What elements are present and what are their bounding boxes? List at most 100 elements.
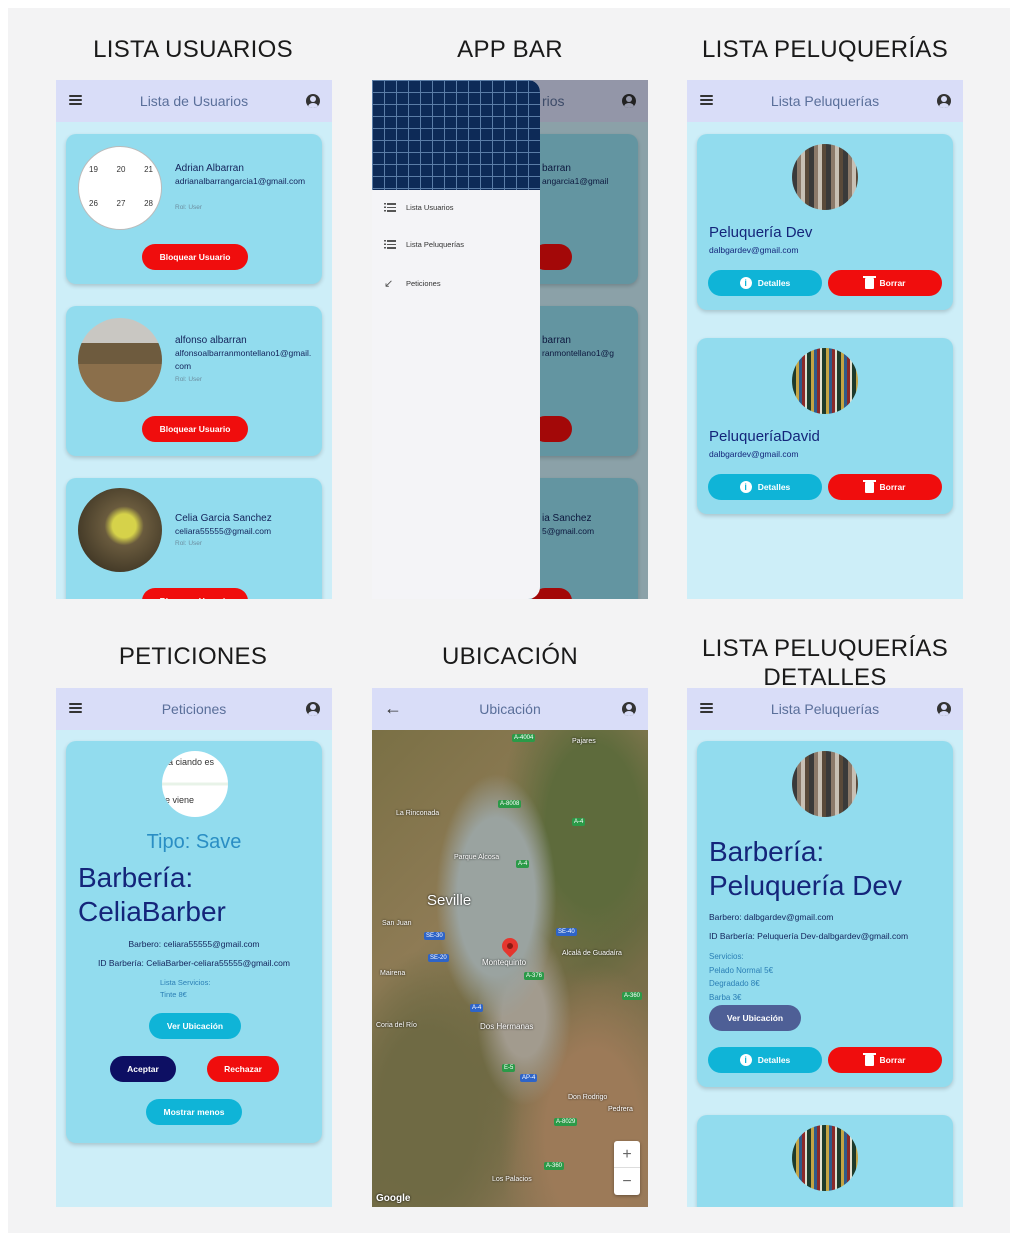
mockup-board: LISTA USUARIOS APP BAR LISTA PELUQUERÍAS… bbox=[8, 8, 1010, 1233]
ver-ubicacion-button[interactable]: Ver Ubicación bbox=[149, 1013, 241, 1039]
request-card: a ciando es e viene Tipo: Save Barbería:… bbox=[66, 741, 322, 1143]
calendar-day: 20 bbox=[116, 165, 126, 174]
road-shield: SE-40 bbox=[556, 928, 577, 936]
list-icon bbox=[384, 203, 396, 212]
section-title-app-bar: APP BAR bbox=[457, 36, 563, 63]
block-user-button[interactable]: Bloquear Usuario bbox=[142, 244, 248, 270]
delete-button[interactable]: Borrar bbox=[828, 270, 942, 296]
map-label: Los Palacios bbox=[492, 1176, 532, 1183]
details-button[interactable]: i Detalles bbox=[708, 1047, 822, 1073]
app-bar-title: Ubicación bbox=[479, 701, 541, 717]
account-icon[interactable] bbox=[622, 702, 636, 716]
location-pin-icon[interactable] bbox=[498, 934, 522, 958]
block-user-button[interactable]: Bloquear Usuario bbox=[142, 588, 248, 599]
menu-icon[interactable] bbox=[69, 703, 82, 713]
drawer-item-label: Lista Usuarios bbox=[406, 203, 454, 212]
map-label: Montequinto bbox=[482, 958, 527, 967]
road-shield: A-4 bbox=[516, 860, 530, 868]
road-shield: A-4004 bbox=[512, 734, 536, 742]
service-item: Tinte 8€ bbox=[160, 990, 187, 999]
barberia-line: Barbería: bbox=[709, 836, 825, 867]
services-label: Lista Servicios: bbox=[160, 978, 211, 987]
shop-card bbox=[697, 1115, 953, 1207]
shop-name: Peluquería Dev bbox=[709, 224, 813, 241]
drawer-item-lista-peluquerias[interactable]: Lista Peluquerías bbox=[384, 240, 464, 249]
menu-icon[interactable] bbox=[700, 95, 713, 105]
drawer-item-label: Lista Peluquerías bbox=[406, 240, 464, 249]
barberia-line: CeliaBarber bbox=[78, 896, 226, 927]
avatar-text: a ciando es bbox=[168, 757, 215, 767]
account-icon[interactable] bbox=[937, 94, 951, 108]
request-type: Tipo: Save bbox=[146, 831, 242, 853]
ver-ubicacion-button[interactable]: Ver Ubicación bbox=[709, 1005, 801, 1031]
barbero-email: Barbero: dalbgardev@gmail.com bbox=[709, 912, 834, 922]
zoom-in-button[interactable]: + bbox=[614, 1141, 640, 1168]
delete-button[interactable]: Borrar bbox=[828, 1047, 942, 1073]
road-shield: SE-30 bbox=[424, 932, 445, 940]
drawer-item-peticiones[interactable]: ↙ Peticiones bbox=[384, 277, 441, 290]
drawer-header-image bbox=[372, 80, 540, 190]
map-label: Coria del Río bbox=[376, 1022, 417, 1029]
screen-app-bar: rios barran angarcia1@gmail barran ranmo… bbox=[372, 80, 648, 599]
barberia-name: Barbería: Peluquería Dev bbox=[709, 835, 902, 903]
shop-avatar bbox=[792, 751, 858, 817]
arrow-down-left-icon: ↙ bbox=[384, 278, 394, 290]
calendar-day: 27 bbox=[116, 199, 126, 208]
map-label: Dos Hermanas bbox=[480, 1022, 534, 1031]
road-shield: A-4 bbox=[470, 1004, 484, 1012]
user-role: Rol: User bbox=[175, 540, 203, 547]
app-bar-title: Lista Peluquerías bbox=[770, 93, 880, 109]
user-role: Rol: User bbox=[175, 376, 203, 383]
menu-icon[interactable] bbox=[700, 703, 713, 713]
shop-card: PeluqueríaDavid dalbgardev@gmail.com i D… bbox=[697, 338, 953, 514]
road-shield: A-4 bbox=[572, 818, 586, 826]
screen-lista-peluquerias: Lista Peluquerías Peluquería Dev dalbgar… bbox=[687, 80, 963, 599]
map-label: Pedrera bbox=[608, 1106, 633, 1113]
screen-peticiones: Peticiones a ciando es e viene Tipo: Sav… bbox=[56, 688, 332, 1207]
back-arrow-icon[interactable]: ← bbox=[384, 698, 402, 719]
block-user-button[interactable]: Bloquear Usuario bbox=[142, 416, 248, 442]
accept-button[interactable]: Aceptar bbox=[110, 1056, 176, 1082]
drawer-item-lista-usuarios[interactable]: Lista Usuarios bbox=[384, 203, 454, 212]
app-bar: Lista Peluquerías bbox=[687, 80, 963, 122]
info-icon: i bbox=[739, 481, 752, 493]
screen-ubicacion: ← Ubicación Seville Montequinto Dos Herm… bbox=[372, 688, 648, 1207]
zoom-out-button[interactable]: − bbox=[614, 1168, 640, 1195]
user-card: 19 20 21 26 27 28 Adrian Albarran adrian… bbox=[66, 134, 322, 284]
screen-lista-usuarios: Lista de Usuarios 19 20 21 26 27 28 Adri… bbox=[56, 80, 332, 599]
delete-button[interactable]: Borrar bbox=[828, 474, 942, 500]
road-shield: A-360 bbox=[622, 992, 643, 1000]
service-item: Pelado Normal 5€ bbox=[709, 965, 774, 975]
account-icon[interactable] bbox=[306, 702, 320, 716]
trash-icon bbox=[862, 1052, 876, 1066]
road-shield: A-8008 bbox=[498, 800, 522, 808]
avatar-photo bbox=[78, 318, 162, 402]
satellite-map[interactable]: Seville Montequinto Dos Hermanas La Rinc… bbox=[372, 730, 648, 1207]
user-email: alfonsoalbarranmontellano1@gmail.com bbox=[175, 348, 312, 371]
account-icon[interactable] bbox=[306, 94, 320, 108]
road-shield: A-8029 bbox=[554, 1118, 578, 1126]
show-less-button[interactable]: Mostrar menos bbox=[146, 1099, 242, 1125]
info-icon: i bbox=[739, 277, 752, 289]
avatar-photo bbox=[78, 488, 162, 572]
services-label: Servicios: bbox=[709, 952, 744, 961]
section-title-detalles-line1: LISTA PELUQUERÍAS bbox=[701, 635, 949, 662]
request-avatar: a ciando es e viene bbox=[162, 751, 228, 817]
account-icon[interactable] bbox=[937, 702, 951, 716]
app-bar-title: Lista de Usuarios bbox=[139, 93, 249, 109]
shop-avatar bbox=[792, 348, 858, 414]
map-label: Alcalá de Guadaíra bbox=[562, 950, 622, 957]
shop-avatar bbox=[792, 1125, 858, 1191]
road-shield: A-376 bbox=[524, 972, 545, 980]
google-logo: Google bbox=[376, 1193, 411, 1204]
trash-icon bbox=[862, 479, 876, 493]
menu-icon[interactable] bbox=[69, 95, 82, 105]
barbero-email: Barbero: celiara55555@gmail.com bbox=[128, 939, 260, 949]
reject-button[interactable]: Rechazar bbox=[207, 1056, 279, 1082]
user-role: Rol: User bbox=[175, 204, 203, 211]
user-name: Celia Garcia Sanchez bbox=[175, 513, 272, 524]
barberia-name: Barbería: CeliaBarber bbox=[78, 861, 226, 929]
details-button[interactable]: i Detalles bbox=[708, 270, 822, 296]
details-button[interactable]: i Detalles bbox=[708, 474, 822, 500]
map-label: Don Rodrigo bbox=[568, 1094, 608, 1101]
